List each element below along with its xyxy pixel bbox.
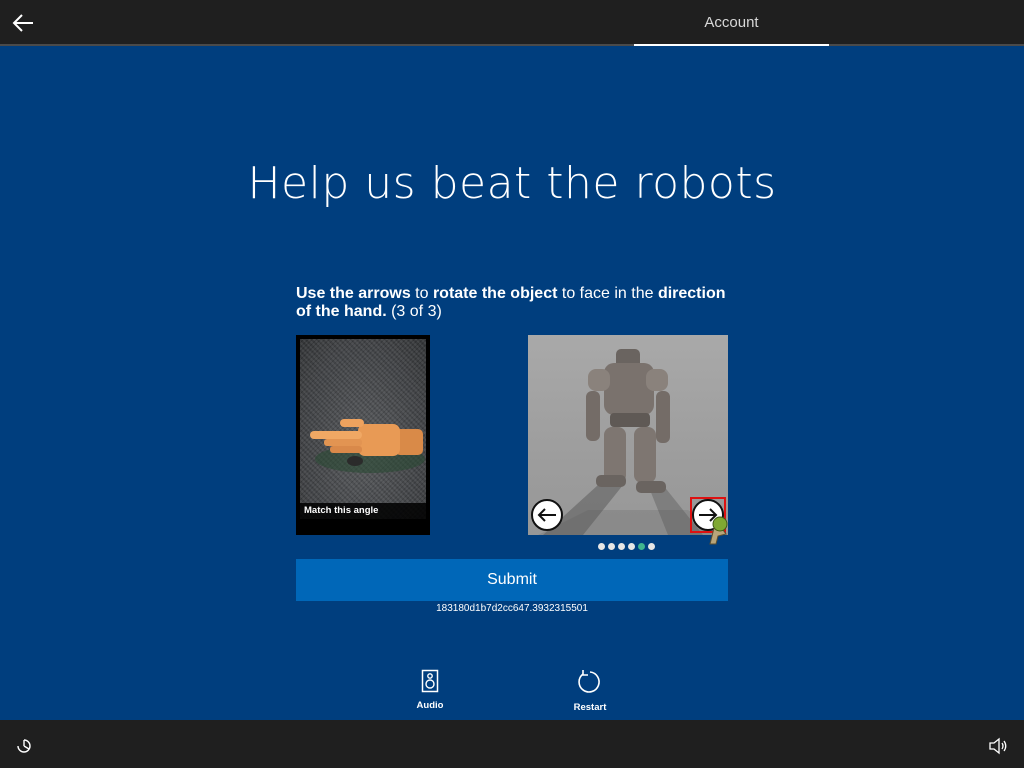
volume-icon xyxy=(989,737,1007,755)
position-dot xyxy=(598,543,605,550)
session-id: 183180d1b7d2cc647.3932315501 xyxy=(436,603,588,614)
submit-button[interactable]: Submit xyxy=(296,559,728,601)
volume-button[interactable] xyxy=(988,736,1008,756)
rotation-position-dots xyxy=(598,543,655,551)
top-bar: Account xyxy=(0,0,1024,46)
rotate-left-button[interactable] xyxy=(531,499,563,531)
speaker-icon xyxy=(421,669,439,693)
position-dot xyxy=(648,543,655,550)
position-dot xyxy=(628,543,635,550)
restart-button[interactable]: Restart xyxy=(560,669,620,719)
arrow-left-icon xyxy=(537,508,556,522)
position-dot xyxy=(608,543,615,550)
back-button[interactable] xyxy=(8,8,38,38)
instruction-text: Use the arrows to rotate the object to f… xyxy=(296,285,726,320)
position-dot-active xyxy=(638,543,645,550)
ease-of-access-icon xyxy=(17,739,31,753)
tab-account[interactable]: Account xyxy=(634,0,829,46)
bottom-bar xyxy=(0,720,1024,768)
position-dot xyxy=(618,543,625,550)
restart-icon xyxy=(578,670,600,693)
reference-caption: Match this angle xyxy=(300,503,426,519)
hand-image xyxy=(310,419,425,473)
page-title: Help us beat the robots xyxy=(247,158,777,209)
restart-label: Restart xyxy=(573,702,607,713)
ease-of-access-button[interactable] xyxy=(14,736,34,756)
audio-button[interactable]: Audio xyxy=(400,669,460,719)
reference-image: Match this angle xyxy=(296,335,430,535)
audio-label: Audio xyxy=(416,700,444,711)
back-arrow-icon xyxy=(12,14,33,32)
cursor-icon xyxy=(709,516,728,545)
